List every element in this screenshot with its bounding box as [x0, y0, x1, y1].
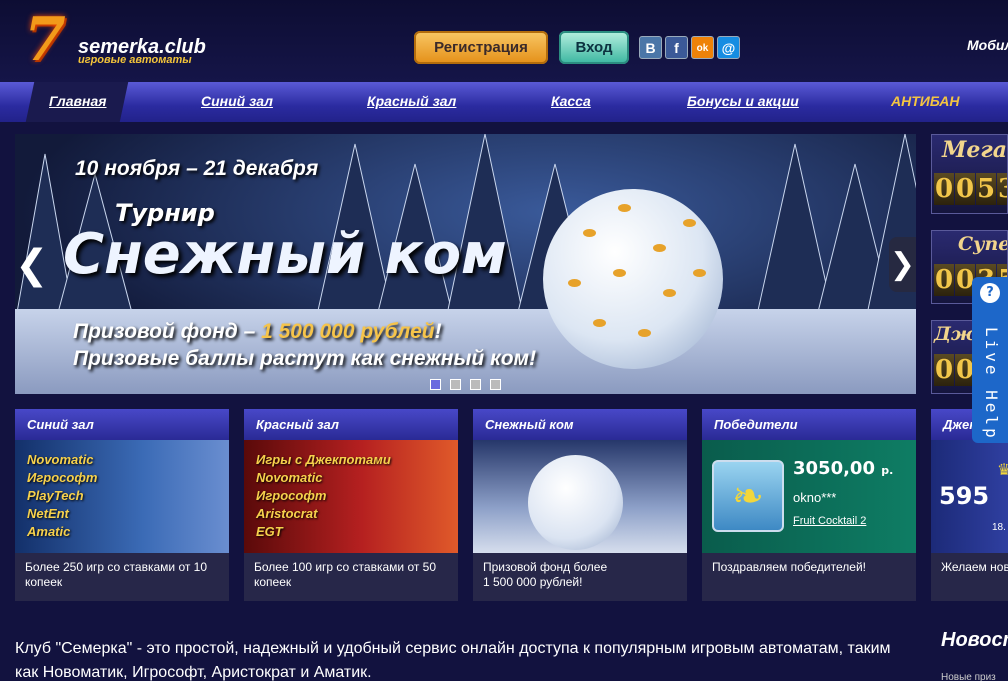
winner-currency: р. — [881, 464, 894, 477]
slider-pagination — [430, 377, 510, 395]
tile-snowball[interactable]: Снежный ком Призовой фонд более 1 500 00… — [473, 409, 687, 601]
login-button[interactable]: Вход — [559, 31, 629, 64]
tile-snowball-caption: Призовой фонд более 1 500 000 рублей! — [473, 553, 687, 601]
winner-amount-value: 3050,00 — [793, 458, 875, 479]
promo-banner[interactable]: 10 ноября – 21 декабря Турнир Снежный ко… — [15, 134, 916, 394]
jackpot-super-title: Супер — [958, 233, 1007, 255]
snowball-icon — [528, 455, 623, 550]
tile-red-hall[interactable]: Красный зал Игры с Джекпотами Novomatic … — [244, 409, 458, 601]
slider-next-icon[interactable]: ❯ — [889, 237, 916, 292]
jackpot-digit: 0 — [955, 173, 975, 205]
winner-game-link[interactable]: Fruit Cocktail 2 — [793, 515, 866, 527]
jackpot-mega-value: 00530 — [934, 173, 1007, 205]
tile-winners[interactable]: Победители ❧ 3050,00 р. okno*** Fruit Co… — [702, 409, 916, 601]
banner-prize-amount: 1 500 000 рублей — [261, 320, 435, 343]
provider-label: NetEnt — [27, 506, 69, 521]
tile-jackpots-caption: Желаем нов — [931, 553, 1008, 601]
register-button[interactable]: Регистрация — [414, 31, 548, 64]
banner-dates: 10 ноября – 21 декабря — [75, 157, 319, 180]
caption-line: Призовой фонд более — [483, 560, 608, 574]
jackpot-digit: 0 — [934, 173, 954, 205]
slider-dot[interactable] — [470, 379, 481, 390]
header: 7 semerka.club игровые автоматы Регистра… — [0, 0, 1008, 82]
tile-red-hall-caption: Более 100 игр со ставками от 50 копеек — [244, 553, 458, 601]
provider-label: Novomatic — [256, 470, 323, 485]
jackpot-mega: Мега 00530 — [931, 134, 1008, 214]
nav-item-home[interactable]: Главная — [49, 93, 107, 109]
slot-machines-image: Игры с Джекпотами Novomatic Игрософт Ari… — [244, 440, 458, 553]
news-subtitle[interactable]: Новые приз — [941, 672, 996, 681]
banner-prize-suffix: ! — [434, 320, 442, 343]
nav-item-antiban[interactable]: АНТИБАН — [891, 93, 959, 109]
nav-item-blue-hall[interactable]: Синий зал — [201, 93, 273, 109]
banner-points-text: Призовые баллы растут как снежный ком! — [73, 347, 537, 370]
jackpot-panel: ♛ 595 18. — [931, 440, 1008, 553]
live-help-label: Live Help — [982, 327, 1001, 441]
live-help-tab[interactable]: ? Live Help — [972, 277, 1008, 443]
tile-winners-caption: Поздравляем победителей! — [702, 553, 916, 601]
logo-seven-icon: 7 — [24, 5, 66, 75]
provider-label: Amatic — [27, 524, 71, 539]
slider-dot[interactable] — [430, 379, 441, 390]
provider-label: Игрософт — [256, 488, 327, 503]
tile-winners-title: Победители — [702, 409, 916, 440]
tile-blue-hall[interactable]: Синий зал Novomatic Игрософт PlayTech Ne… — [15, 409, 229, 601]
tile-red-hall-title: Красный зал — [244, 409, 458, 440]
jackpot-digit: 0 — [934, 264, 954, 296]
winner-user: okno*** — [793, 490, 837, 505]
jackpot-date: 18. — [992, 522, 1006, 533]
provider-label: Aristocrat — [256, 506, 318, 521]
provider-label: Игрософт — [27, 470, 98, 485]
fruit-cocktail-game-icon[interactable]: ❧ — [712, 460, 784, 532]
banner-prize: Призовой фонд – 1 500 000 рублей! — [73, 320, 442, 344]
main-nav: Главная Синий зал Красный зал Касса Бону… — [0, 82, 1008, 122]
facebook-icon[interactable]: f — [665, 36, 688, 59]
logo-subtitle: игровые автоматы — [78, 54, 192, 66]
slot-machines-image: Novomatic Игрософт PlayTech NetEnt Amati… — [15, 440, 229, 553]
chat-icon: ? — [980, 283, 1000, 303]
provider-label: Игры с Джекпотами — [256, 452, 391, 467]
nav-item-red-hall[interactable]: Красный зал — [367, 93, 456, 109]
vk-icon[interactable]: В — [639, 36, 662, 59]
provider-label: EGT — [256, 524, 283, 539]
slider-dot[interactable] — [490, 379, 501, 390]
snowball-icon — [543, 189, 723, 369]
jackpot-mega-title: Мега — [942, 137, 1007, 163]
crown-icon: ♛ — [997, 460, 1008, 479]
nav-item-bonuses[interactable]: Бонусы и акции — [687, 93, 799, 109]
jackpot-digit: 5 — [976, 173, 996, 205]
mailru-icon[interactable]: @ — [717, 36, 740, 59]
tile-snowball-title: Снежный ком — [473, 409, 687, 440]
site-logo[interactable]: 7 semerka.club игровые автоматы — [24, 5, 206, 75]
tile-blue-hall-title: Синий зал — [15, 409, 229, 440]
provider-label: Novomatic — [27, 452, 94, 467]
slider-dot[interactable] — [450, 379, 461, 390]
caption-line: 1 500 000 рублей! — [483, 575, 583, 589]
odnoklassniki-icon[interactable]: ok — [691, 36, 714, 59]
slider-prev-icon[interactable]: ❮ — [15, 224, 49, 306]
nav-item-cashier[interactable]: Касса — [551, 93, 591, 109]
jackpot-jack-value: 00 — [934, 354, 976, 386]
banner-prize-prefix: Призовой фонд – — [73, 320, 262, 343]
mobile-version-link[interactable]: Мобил — [967, 37, 1008, 53]
about-text: Клуб "Семерка" - это простой, надежный и… — [15, 640, 891, 681]
snowball-image — [473, 440, 687, 553]
jackpot-digit: 3 — [997, 173, 1007, 205]
jackpot-amount: 595 — [939, 482, 990, 510]
jackpot-digit: 0 — [934, 354, 954, 386]
tile-blue-hall-caption: Более 250 игр со ставками от 10 копеек — [15, 553, 229, 601]
provider-label: PlayTech — [27, 488, 84, 503]
news-title[interactable]: Новост — [941, 629, 1008, 652]
winner-amount: 3050,00 р. — [793, 458, 893, 479]
banner-title: Снежный ком — [63, 222, 507, 287]
winner-panel: ❧ 3050,00 р. okno*** Fruit Cocktail 2 — [702, 440, 916, 553]
